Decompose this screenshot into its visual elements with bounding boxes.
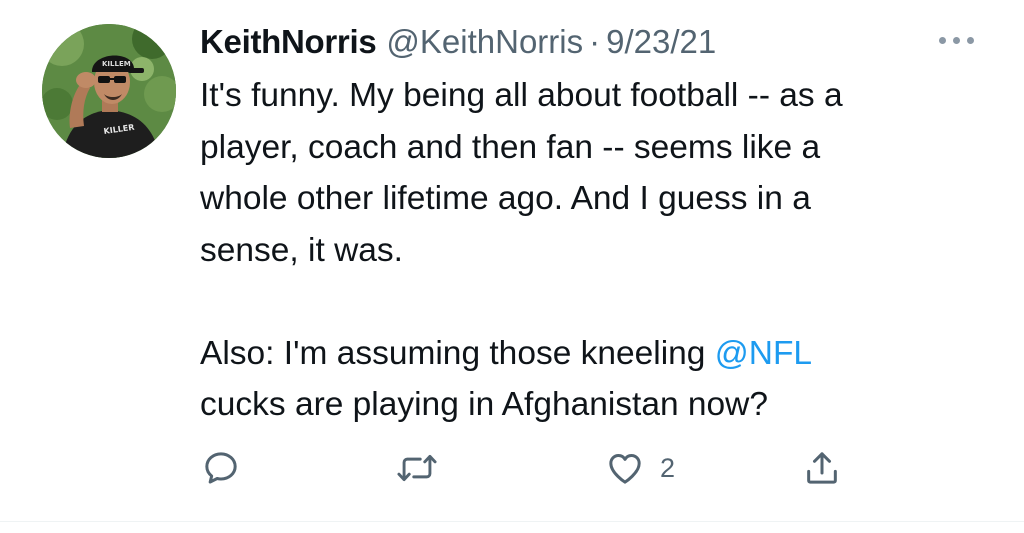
share-button[interactable] <box>802 440 842 496</box>
tweet-text-line: cucks are playing in Afghanistan now? <box>200 386 768 423</box>
tweet-header: KeithNorris @KeithNorris · 9/23/21 <box>200 18 716 66</box>
tweet-text-line: It's funny. My being all about football … <box>200 77 843 114</box>
mention-link[interactable]: @NFL <box>715 335 812 372</box>
avatar-cap-text: KILLEM <box>102 60 131 68</box>
avatar-photo: KILLER KILLEM <box>42 24 176 158</box>
tweet-text: It's funny. My being all about football … <box>200 70 1000 431</box>
speech-bubble-icon <box>205 452 237 484</box>
retweet-button[interactable] <box>396 440 438 496</box>
tweet-text-line: player, coach and then fan -- seems like… <box>200 128 821 166</box>
avatar[interactable]: KILLER KILLEM <box>42 24 176 158</box>
like-button[interactable]: 2 <box>604 440 675 496</box>
tweet-card[interactable]: KILLER KILLEM KeithNorris @KeithNorris ·… <box>0 0 1024 522</box>
share-upload-icon <box>807 452 837 484</box>
more-options-button[interactable] <box>935 28 979 52</box>
author-display-name[interactable]: KeithNorris <box>200 18 377 66</box>
reply-button[interactable] <box>201 440 241 496</box>
header-separator: · <box>589 23 601 60</box>
retweet-arrows-icon <box>397 454 437 482</box>
tweet-divider <box>0 521 1024 522</box>
author-handle[interactable]: @KeithNorris <box>386 18 583 66</box>
like-count: 2 <box>660 452 676 483</box>
tweet-actions: 2 <box>0 440 1024 496</box>
tweet-text-line: sense, it was. <box>200 231 403 269</box>
tweet-text-segment: Also: I'm assuming those kneeling <box>200 334 715 372</box>
tweet-date[interactable]: 9/23/21 <box>606 18 716 66</box>
heart-outline-icon <box>609 454 641 484</box>
tweet-text-line: Also: I'm assuming those kneeling @NFL <box>200 328 1000 380</box>
tweet-text-line: whole other lifetime ago. And I guess in… <box>200 180 811 217</box>
